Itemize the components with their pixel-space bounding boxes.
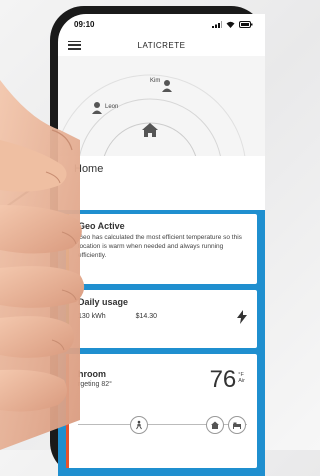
usage-energy: 130 kWh	[78, 313, 106, 320]
zone-temperature: 76 °F Air	[210, 368, 245, 392]
phone-frame: 09:10 LATICRETE Kim Leon Home Geo Active…	[50, 6, 265, 476]
usage-card-accent	[66, 290, 69, 348]
app-screen: 09:10 LATICRETE Kim Leon Home Geo Active…	[58, 14, 265, 476]
geo-map: Kim Leon	[58, 56, 265, 156]
app-bar: LATICRETE	[58, 34, 265, 56]
wifi-icon	[226, 21, 235, 28]
home-icon	[142, 123, 158, 137]
lightning-icon	[237, 310, 247, 324]
status-icons	[212, 20, 253, 28]
menu-icon[interactable]	[68, 40, 81, 50]
user-icon-leon	[92, 102, 102, 114]
geo-card-body: Geo has calculated the most efficient te…	[78, 234, 242, 259]
occupancy-icon[interactable]	[130, 416, 148, 434]
signal-icon	[212, 20, 222, 28]
user-label-leon: Leon	[105, 104, 118, 110]
card-list: Geo Active Geo has calculated the most e…	[58, 210, 265, 476]
user-icon-kim	[162, 80, 172, 92]
geo-card-accent	[66, 214, 69, 284]
location-title: Home	[58, 156, 265, 182]
temperature-mode: Air	[238, 378, 245, 384]
zone-card-accent	[66, 354, 69, 468]
sleep-mode-icon[interactable]	[228, 416, 246, 434]
status-time: 09:10	[74, 19, 95, 29]
home-mode-icon[interactable]	[206, 416, 224, 434]
app-title: LATICRETE	[137, 40, 186, 50]
usage-card-title: Daily usage	[78, 297, 129, 307]
battery-icon	[239, 20, 253, 28]
usage-card[interactable]: Daily usage 130 kWh $14.30	[66, 290, 257, 348]
temperature-value: 76	[209, 366, 237, 393]
geo-card-title: Geo Active	[78, 221, 125, 231]
user-label-kim: Kim	[150, 78, 160, 84]
geo-card[interactable]: Geo Active Geo has calculated the most e…	[66, 214, 257, 284]
usage-cost: $14.30	[135, 313, 158, 320]
zone-card[interactable]: hroom rgeting 82° 76 °F Air	[66, 354, 257, 468]
geo-rings: Kim Leon	[58, 74, 246, 156]
status-bar: 09:10	[58, 14, 265, 34]
mode-slider[interactable]	[78, 412, 247, 438]
